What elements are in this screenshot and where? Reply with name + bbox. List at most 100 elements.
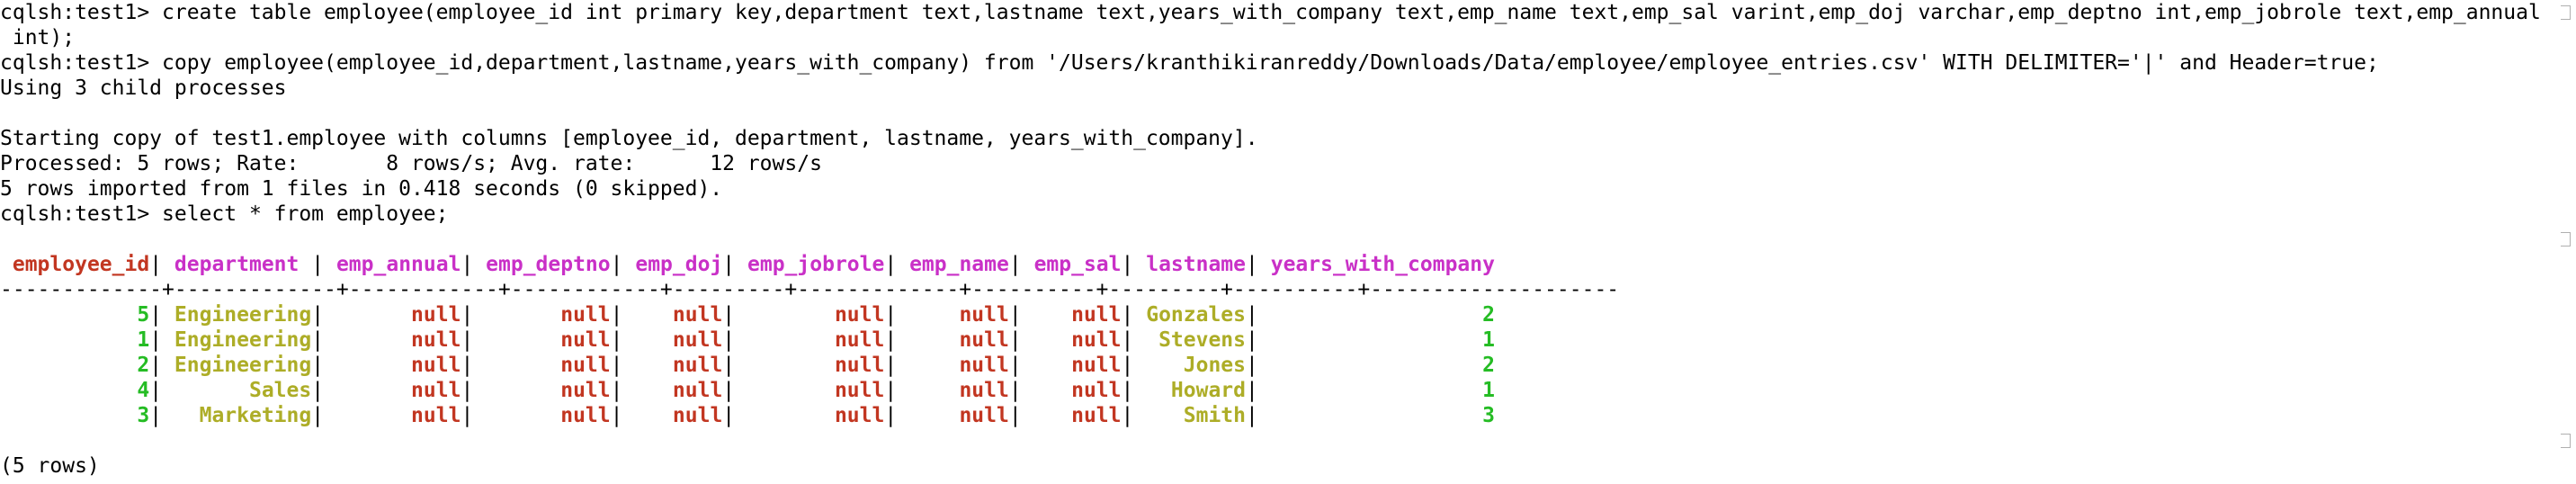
table-cell-emp-annual: null [335, 354, 461, 377]
column-separator: | [311, 379, 325, 402]
cell-padding [324, 253, 336, 276]
column-separator: | [311, 404, 325, 427]
table-cell-emp-doj: null [635, 354, 723, 377]
table-cell-years-with-company: 2 [1270, 354, 1495, 377]
column-header-emp-sal: emp_sal [1033, 253, 1122, 276]
cell-padding [324, 303, 336, 327]
column-separator: | [884, 253, 898, 276]
table-cell-emp-annual: null [335, 404, 461, 427]
table-cell-emp-doj: null [635, 379, 723, 402]
table-cell-emp-deptno: null [486, 379, 611, 402]
gutter-marker [2561, 434, 2571, 448]
column-separator: | [1121, 303, 1134, 327]
table-cell-emp-doj: null [635, 303, 723, 327]
column-separator: | [610, 328, 623, 352]
table-row: 4| Sales| null| null| null| null| null| … [0, 378, 1495, 403]
table-cell-years-with-company: 1 [1270, 379, 1495, 402]
column-separator: | [149, 379, 163, 402]
terminal-window[interactable]: cqlsh:test1> create table employee(emplo… [0, 0, 2576, 484]
table-cell-years-with-company: 1 [1270, 328, 1495, 352]
cell-padding [897, 354, 909, 377]
cell-padding [0, 404, 13, 427]
cell-padding [1022, 328, 1034, 352]
cell-padding [1133, 379, 1146, 402]
table-cell-emp-jobrole: null [747, 404, 885, 427]
table-cell-emp-name: null [909, 404, 1009, 427]
copy-start-output: Starting copy of test1.employee with col… [0, 127, 1258, 150]
column-header-lastname: lastname [1146, 253, 1246, 276]
column-separator: | [149, 253, 163, 276]
cell-padding [735, 379, 747, 402]
table-cell-emp-sal: null [1033, 404, 1122, 427]
cell-padding [0, 354, 13, 377]
table-row: 5| Engineering| null| null| null| null| … [0, 302, 1495, 327]
table-cell-emp-name: null [909, 379, 1009, 402]
column-separator: | [1008, 303, 1022, 327]
table-cell-department: Engineering [174, 303, 312, 327]
column-separator: | [461, 253, 474, 276]
column-separator: | [149, 328, 163, 352]
cell-padding [473, 253, 486, 276]
table-cell-employee-id: 4 [12, 379, 150, 402]
column-separator: | [722, 404, 736, 427]
cell-padding [1133, 328, 1146, 352]
column-separator: | [311, 253, 325, 276]
cell-padding [0, 379, 13, 402]
column-separator: | [149, 354, 163, 377]
cell-padding [623, 328, 636, 352]
column-separator: | [1246, 253, 1258, 276]
table-cell-lastname: Jones [1146, 354, 1246, 377]
cell-padding [324, 328, 336, 352]
cell-padding [1022, 379, 1034, 402]
column-separator: | [1008, 253, 1022, 276]
column-separator: | [1121, 404, 1134, 427]
cell-padding [162, 379, 174, 402]
table-cell-years-with-company: 2 [1270, 303, 1495, 327]
table-cell-years-with-company: 3 [1270, 404, 1495, 427]
table-cell-employee-id: 3 [12, 404, 150, 427]
table-cell-emp-jobrole: null [747, 303, 885, 327]
column-separator: | [1008, 379, 1022, 402]
cell-padding [897, 379, 909, 402]
cell-padding [1133, 404, 1146, 427]
cell-padding [735, 404, 747, 427]
table-cell-employee-id: 2 [12, 354, 150, 377]
cell-padding [623, 379, 636, 402]
cell-padding [1258, 354, 1271, 377]
table-separator: -------------+-------------+------------… [0, 278, 1620, 301]
cell-padding [897, 253, 909, 276]
column-separator: | [610, 404, 623, 427]
table-cell-emp-doj: null [635, 404, 723, 427]
cell-padding [1133, 354, 1146, 377]
table-cell-emp-jobrole: null [747, 379, 885, 402]
table-cell-employee-id: 5 [12, 303, 150, 327]
table-cell-emp-jobrole: null [747, 354, 885, 377]
column-separator: | [1008, 404, 1022, 427]
table-cell-emp-sal: null [1033, 328, 1122, 352]
column-separator: | [1121, 328, 1134, 352]
cell-padding [162, 253, 174, 276]
column-separator: | [884, 354, 898, 377]
column-separator: | [722, 379, 736, 402]
cell-padding [1022, 404, 1034, 427]
cell-padding [897, 404, 909, 427]
cell-padding [1258, 303, 1271, 327]
cell-padding [735, 328, 747, 352]
cell-padding [162, 328, 174, 352]
gutter-marker [2561, 5, 2571, 20]
cell-padding [1133, 303, 1146, 327]
table-cell-emp-sal: null [1033, 379, 1122, 402]
cell-padding [1258, 253, 1271, 276]
cell-padding [1258, 404, 1271, 427]
table-cell-department: Engineering [174, 354, 312, 377]
create-table-command-continuation: int); [0, 26, 76, 49]
column-separator: | [311, 354, 325, 377]
cell-padding [162, 303, 174, 327]
cell-padding [623, 303, 636, 327]
column-separator: | [461, 379, 474, 402]
gutter-marker [2561, 232, 2571, 246]
column-separator: | [461, 303, 474, 327]
cell-padding [1258, 328, 1271, 352]
column-header-emp-deptno: emp_deptno [486, 253, 611, 276]
table-cell-lastname: Gonzales [1146, 303, 1246, 327]
